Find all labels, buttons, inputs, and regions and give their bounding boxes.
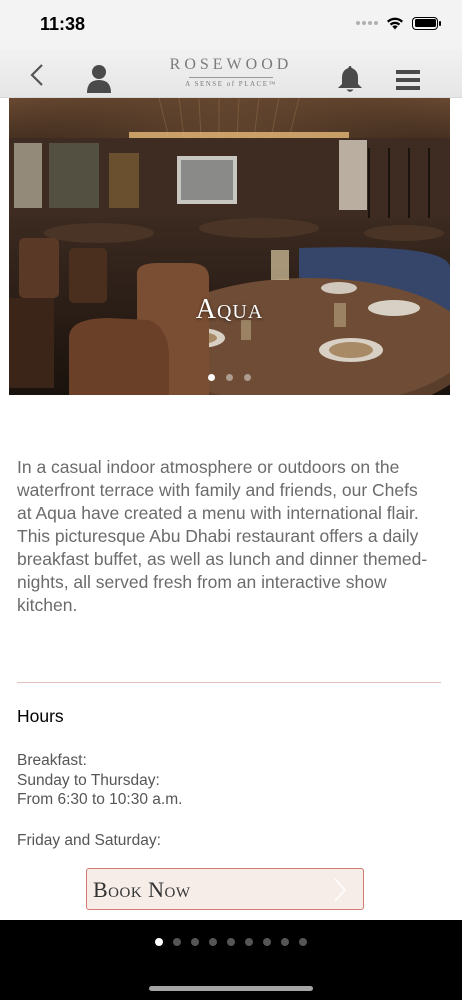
page-dot[interactable] — [191, 938, 199, 946]
page-dot[interactable] — [155, 938, 163, 946]
wifi-icon — [387, 17, 403, 30]
description-text: In a casual indoor atmosphere or outdoor… — [17, 457, 428, 615]
status-icons — [356, 16, 441, 30]
hours-breakfast: Breakfast: Sunday to Thursday: From 6:30… — [17, 751, 417, 810]
hamburger-menu-icon[interactable] — [396, 69, 420, 91]
logo-wordmark: ROSEWOOD — [169, 56, 293, 73]
bottom-bar — [0, 920, 462, 1000]
book-now-button[interactable]: Book Now — [86, 868, 364, 910]
restaurant-title: Aqua — [195, 294, 264, 325]
battery-icon — [412, 16, 441, 30]
breakfast-label: Breakfast: — [17, 752, 87, 769]
notification-bell-icon[interactable] — [336, 64, 364, 94]
home-indicator[interactable] — [149, 986, 313, 991]
page-dot[interactable] — [245, 938, 253, 946]
weekday-label: Sunday to Thursday: — [17, 771, 160, 789]
nav-bar: ROSEWOOD A SENSE of PLACE™ — [0, 50, 462, 98]
status-bar: 11:38 — [0, 0, 462, 50]
carousel-dot[interactable] — [226, 374, 233, 381]
book-now-label: Book Now — [93, 877, 191, 902]
user-profile-icon[interactable] — [86, 64, 112, 94]
logo-tagline: A SENSE of PLACE™ — [185, 80, 277, 88]
restaurant-description: In a casual indoor atmosphere or outdoor… — [17, 456, 437, 617]
chevron-right-icon — [334, 878, 347, 902]
carousel-dot[interactable] — [244, 374, 251, 381]
page-dot[interactable] — [227, 938, 235, 946]
weekend-label: Friday and Saturday: — [17, 832, 161, 849]
page-dot[interactable] — [173, 938, 181, 946]
carousel-dot[interactable] — [208, 374, 215, 381]
section-divider — [17, 682, 441, 683]
page-dot[interactable] — [299, 938, 307, 946]
rosewood-logo: ROSEWOOD A SENSE of PLACE™ — [150, 56, 312, 88]
back-chevron-icon[interactable] — [26, 62, 50, 88]
page-dot[interactable] — [281, 938, 289, 946]
page-indicator[interactable] — [0, 938, 462, 946]
status-time: 11:38 — [40, 14, 86, 34]
weekday-time: From 6:30 to 10:30 a.m. — [17, 791, 183, 808]
hours-weekend: Friday and Saturday: — [17, 831, 417, 851]
page-dot[interactable] — [209, 938, 217, 946]
cellular-signal-icon — [356, 21, 378, 25]
carousel-indicator[interactable] — [9, 374, 450, 381]
hero-image-carousel[interactable]: Aqua — [9, 98, 450, 395]
restaurant-interior-photo — [9, 98, 450, 395]
page-dot[interactable] — [263, 938, 271, 946]
hours-heading: Hours — [17, 706, 64, 726]
